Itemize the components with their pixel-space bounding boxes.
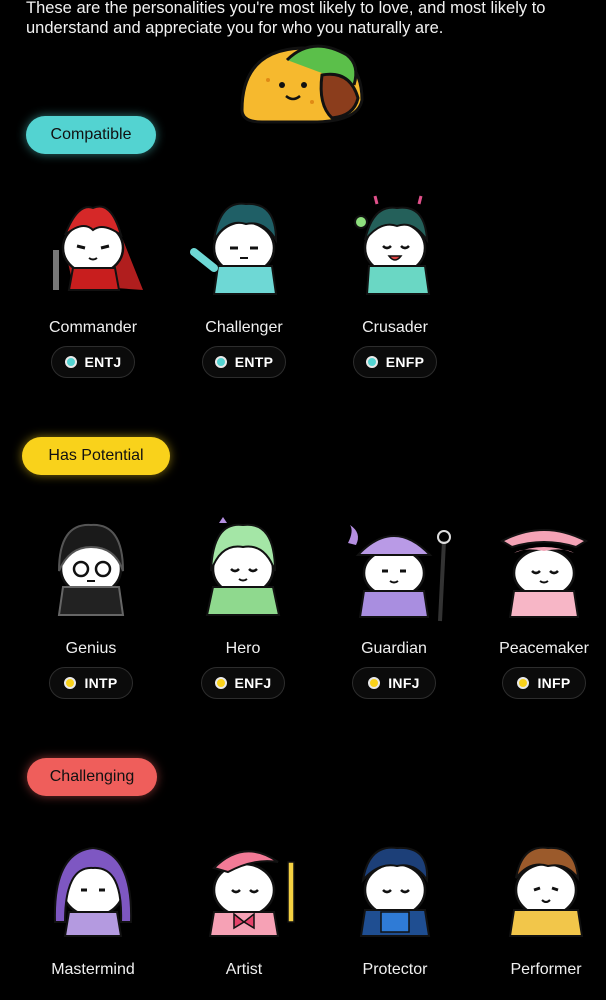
personality-card-artist[interactable]: Artist xyxy=(174,832,314,980)
genius-avatar-icon xyxy=(57,523,125,616)
challenger-avatar-icon xyxy=(190,202,278,295)
guardian-avatar-icon xyxy=(348,525,451,622)
type-code: INTP xyxy=(84,675,118,691)
type-badge: ENFJ xyxy=(201,667,285,699)
status-dot-icon xyxy=(368,677,381,689)
section-label-has-potential: Has Potential xyxy=(22,437,170,475)
status-dot-icon xyxy=(64,356,77,368)
personality-name: Genius xyxy=(65,640,117,657)
status-dot-icon xyxy=(517,677,530,689)
personality-card-crusader[interactable]: Crusader ENFP xyxy=(325,190,465,378)
personality-name: Hero xyxy=(225,640,261,657)
type-badge: ENTP xyxy=(202,346,286,378)
type-badge: INTP xyxy=(49,667,133,699)
hero-avatar-icon xyxy=(205,517,281,616)
personality-card-guardian[interactable]: Guardian INFJ xyxy=(324,511,464,699)
personality-card-challenger[interactable]: Challenger ENTP xyxy=(174,190,314,378)
personality-card-protector[interactable]: Protector xyxy=(325,832,465,980)
personality-name: Protector xyxy=(362,961,428,978)
type-code: ENFP xyxy=(385,354,425,370)
personality-card-performer[interactable]: Performer xyxy=(476,832,606,980)
protector-avatar-icon xyxy=(359,846,431,937)
type-code: ENTJ xyxy=(84,354,122,370)
section-label-compatible: Compatible xyxy=(26,116,156,154)
personality-name: Peacemaker xyxy=(499,640,589,657)
type-code: INFJ xyxy=(388,675,420,691)
type-code: INFP xyxy=(537,675,571,691)
status-dot-icon xyxy=(64,677,77,689)
peacemaker-avatar-icon xyxy=(499,529,589,618)
status-dot-icon xyxy=(365,356,378,368)
personality-card-mastermind[interactable]: Mastermind xyxy=(23,832,163,980)
personality-name: Challenger xyxy=(205,319,283,336)
personality-card-genius[interactable]: Genius INTP xyxy=(21,511,161,699)
status-dot-icon xyxy=(214,677,227,689)
personality-card-commander[interactable]: Commander ENTJ xyxy=(23,190,163,378)
type-code: ENTP xyxy=(234,354,274,370)
type-badge: INFP xyxy=(502,667,586,699)
personality-card-hero[interactable]: Hero ENFJ xyxy=(173,511,313,699)
personality-card-peacemaker[interactable]: Peacemaker INFP xyxy=(474,511,606,699)
performer-avatar-icon xyxy=(508,846,584,937)
personality-name: Guardian xyxy=(361,640,427,657)
personality-name: Crusader xyxy=(362,319,428,336)
status-dot-icon xyxy=(214,356,227,368)
mastermind-avatar-icon xyxy=(53,846,133,937)
type-badge: ENTJ xyxy=(51,346,135,378)
type-badge: INFJ xyxy=(352,667,436,699)
personality-name: Artist xyxy=(225,961,263,978)
artist-avatar-icon xyxy=(208,850,295,937)
taco-sticker-icon xyxy=(240,44,364,124)
personality-name: Commander xyxy=(48,319,138,336)
type-badge: ENFP xyxy=(353,346,437,378)
section-label-challenging: Challenging xyxy=(27,758,157,796)
type-code: ENFJ xyxy=(234,675,272,691)
personality-name: Performer xyxy=(510,961,582,978)
crusader-avatar-icon xyxy=(354,195,431,295)
commander-avatar-icon xyxy=(53,205,143,291)
personality-name: Mastermind xyxy=(51,961,135,978)
